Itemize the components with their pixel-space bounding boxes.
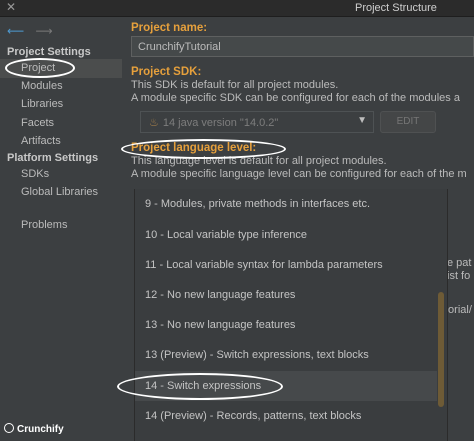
sidebar-item-problems[interactable]: Problems (0, 216, 122, 235)
sdk-description-2: A module specific SDK can be configured … (131, 92, 460, 104)
sidebar-item-global-libraries[interactable]: Global Libraries (0, 183, 122, 202)
sidebar-item-label: Problems (21, 219, 68, 231)
sidebar-item-label: Libraries (21, 98, 64, 110)
clipped-text-2: ist fo (447, 270, 471, 282)
sidebar-item-label: SDKs (21, 168, 50, 180)
dropdown-option[interactable]: 10 - Local variable type inference (135, 220, 437, 250)
sidebar-item-sdks[interactable]: SDKs (0, 165, 122, 184)
dropdown-scrollbar[interactable] (438, 292, 444, 407)
chevron-down-icon: ▼ (357, 115, 367, 126)
window-titlebar: ✕ Project Structure (0, 0, 474, 17)
sidebar-item-label: Modules (21, 80, 63, 92)
sdk-select[interactable]: ♨ 14 java version "14.0.2" ▼ (140, 111, 374, 133)
language-level-dropdown[interactable]: 9 - Modules, private methods in interfac… (134, 189, 448, 441)
dropdown-option-selected[interactable]: 14 - Switch expressions (135, 371, 437, 401)
clipped-text-3: torial/ (445, 304, 472, 316)
project-name-label: Project name: (131, 22, 208, 34)
clipped-text-1: e pat (447, 257, 472, 269)
project-name-field[interactable]: CrunchifyTutorial (131, 36, 474, 57)
java-icon: ♨ (149, 117, 159, 129)
sidebar: ⟵ ⟶ Project Settings Project Modules Lib… (0, 18, 122, 441)
project-name-value: CrunchifyTutorial (138, 41, 221, 53)
close-icon[interactable]: ✕ (6, 0, 16, 14)
watermark: Crunchify (4, 423, 64, 435)
forward-arrow-icon[interactable]: ⟶ (36, 24, 53, 38)
dropdown-option[interactable]: 11 - Local variable syntax for lambda pa… (135, 250, 437, 280)
language-description-1: This language level is default for all p… (131, 155, 387, 167)
sidebar-item-libraries[interactable]: Libraries (0, 95, 122, 114)
watermark-text: Crunchify (17, 424, 64, 435)
sdk-selected-value: 14 java version "14.0.2" (162, 117, 279, 129)
sidebar-item-modules[interactable]: Modules (0, 77, 122, 96)
crunchify-logo-icon (4, 423, 14, 433)
sdk-description-1: This SDK is default for all project modu… (131, 79, 339, 91)
sidebar-item-label: Global Libraries (21, 186, 99, 198)
edit-sdk-button[interactable]: EDIT (380, 111, 436, 133)
dropdown-option[interactable]: 13 - No new language features (135, 310, 437, 340)
back-arrow-icon[interactable]: ⟵ (7, 24, 24, 38)
dropdown-option[interactable]: 13 (Preview) - Switch expressions, text … (135, 340, 437, 370)
window-title: Project Structure (355, 2, 437, 14)
sidebar-item-label: Artifacts (21, 135, 61, 147)
sidebar-item-project[interactable]: Project (0, 59, 122, 78)
sidebar-item-label: Facets (21, 117, 55, 129)
language-level-label: Project language level: (131, 142, 257, 154)
dropdown-option[interactable]: 12 - No new language features (135, 280, 437, 310)
nav-arrows: ⟵ ⟶ (7, 24, 53, 38)
project-sdk-label: Project SDK: (131, 66, 202, 78)
dropdown-option[interactable]: 14 (Preview) - Records, patterns, text b… (135, 401, 437, 431)
dropdown-option[interactable]: 9 - Modules, private methods in interfac… (135, 189, 437, 219)
sidebar-item-facets[interactable]: Facets (0, 114, 122, 133)
sidebar-item-label: Project (21, 62, 56, 74)
language-description-2: A module specific language level can be … (131, 168, 467, 180)
